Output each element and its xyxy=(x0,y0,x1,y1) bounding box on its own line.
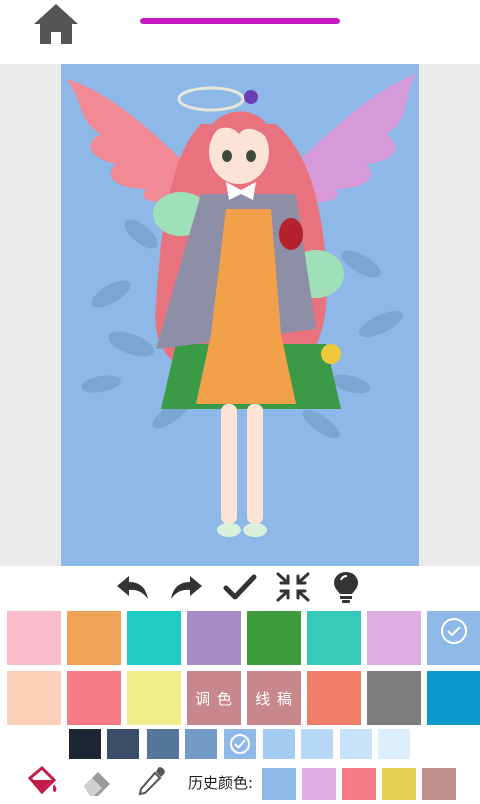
redo-button[interactable] xyxy=(166,570,206,604)
angel-girl-illustration xyxy=(66,74,416,537)
palette-row2-swatch[interactable] xyxy=(127,671,181,725)
history-color-swatch[interactable] xyxy=(382,768,416,800)
palette-row1-swatch[interactable] xyxy=(367,611,421,665)
eyedropper-icon xyxy=(138,767,165,796)
shade-swatch[interactable] xyxy=(147,729,179,759)
lineart-button[interactable]: 线 稿 xyxy=(247,671,301,725)
palette-row1-swatch[interactable] xyxy=(127,611,181,665)
selected-check-icon xyxy=(441,618,467,644)
eraser-icon xyxy=(84,772,110,796)
bottom-tools: 历史颜色: xyxy=(0,762,480,800)
selected-check-icon xyxy=(230,734,250,754)
palette-row2-swatch[interactable] xyxy=(67,671,121,725)
home-button[interactable] xyxy=(30,2,82,46)
palette-row1-swatch[interactable] xyxy=(187,611,241,665)
shade-swatch[interactable] xyxy=(340,729,372,759)
fill-tool-button[interactable] xyxy=(24,764,60,800)
shade-swatch[interactable] xyxy=(69,729,101,759)
hint-button[interactable] xyxy=(326,570,366,604)
shade-swatch[interactable] xyxy=(107,729,139,759)
artwork-canvas[interactable] xyxy=(61,64,419,566)
shade-swatch[interactable] xyxy=(301,729,333,759)
palette-row2-swatch[interactable] xyxy=(307,671,361,725)
history-color-swatch[interactable] xyxy=(302,768,336,800)
shade-swatch[interactable] xyxy=(263,729,295,759)
undo-icon xyxy=(117,576,148,599)
shade-swatch[interactable] xyxy=(378,729,410,759)
paint-bucket-icon xyxy=(27,765,57,795)
collapse-icon xyxy=(276,572,310,602)
home-icon xyxy=(34,4,78,44)
tool-bar xyxy=(0,566,480,608)
palette-row1-swatch[interactable] xyxy=(247,611,301,665)
checkmark-icon xyxy=(223,574,257,600)
palette-row1-swatch[interactable] xyxy=(67,611,121,665)
eyedropper-tool-button[interactable] xyxy=(134,764,170,800)
history-color-swatch[interactable] xyxy=(342,768,376,800)
palette-row1-swatch[interactable] xyxy=(307,611,361,665)
done-button[interactable] xyxy=(220,570,260,604)
palette-row2-swatch[interactable] xyxy=(367,671,421,725)
mix-color-button[interactable]: 调 色 xyxy=(187,671,241,725)
palette-row1-swatch[interactable] xyxy=(7,611,61,665)
palette-row2-swatch[interactable] xyxy=(7,671,61,725)
undo-button[interactable] xyxy=(113,570,153,604)
history-colors-label: 历史颜色: xyxy=(188,774,254,792)
progress-bar xyxy=(140,18,340,24)
canvas-area xyxy=(0,64,480,566)
shade-swatch[interactable] xyxy=(185,729,217,759)
eraser-tool-button[interactable] xyxy=(80,764,116,800)
palette-row1-swatch[interactable] xyxy=(427,611,480,665)
history-color-swatch[interactable] xyxy=(262,768,296,800)
top-bar xyxy=(0,0,480,64)
lightbulb-icon xyxy=(334,572,358,603)
lineart-label: 线 稿 xyxy=(255,689,293,708)
redo-icon xyxy=(171,576,202,599)
collapse-button[interactable] xyxy=(273,570,313,604)
palette-row2-swatch[interactable] xyxy=(427,671,480,725)
mix-color-label: 调 色 xyxy=(195,689,233,708)
progress-fill xyxy=(140,18,340,24)
shade-swatch[interactable] xyxy=(224,729,256,759)
history-color-swatch[interactable] xyxy=(422,768,456,800)
